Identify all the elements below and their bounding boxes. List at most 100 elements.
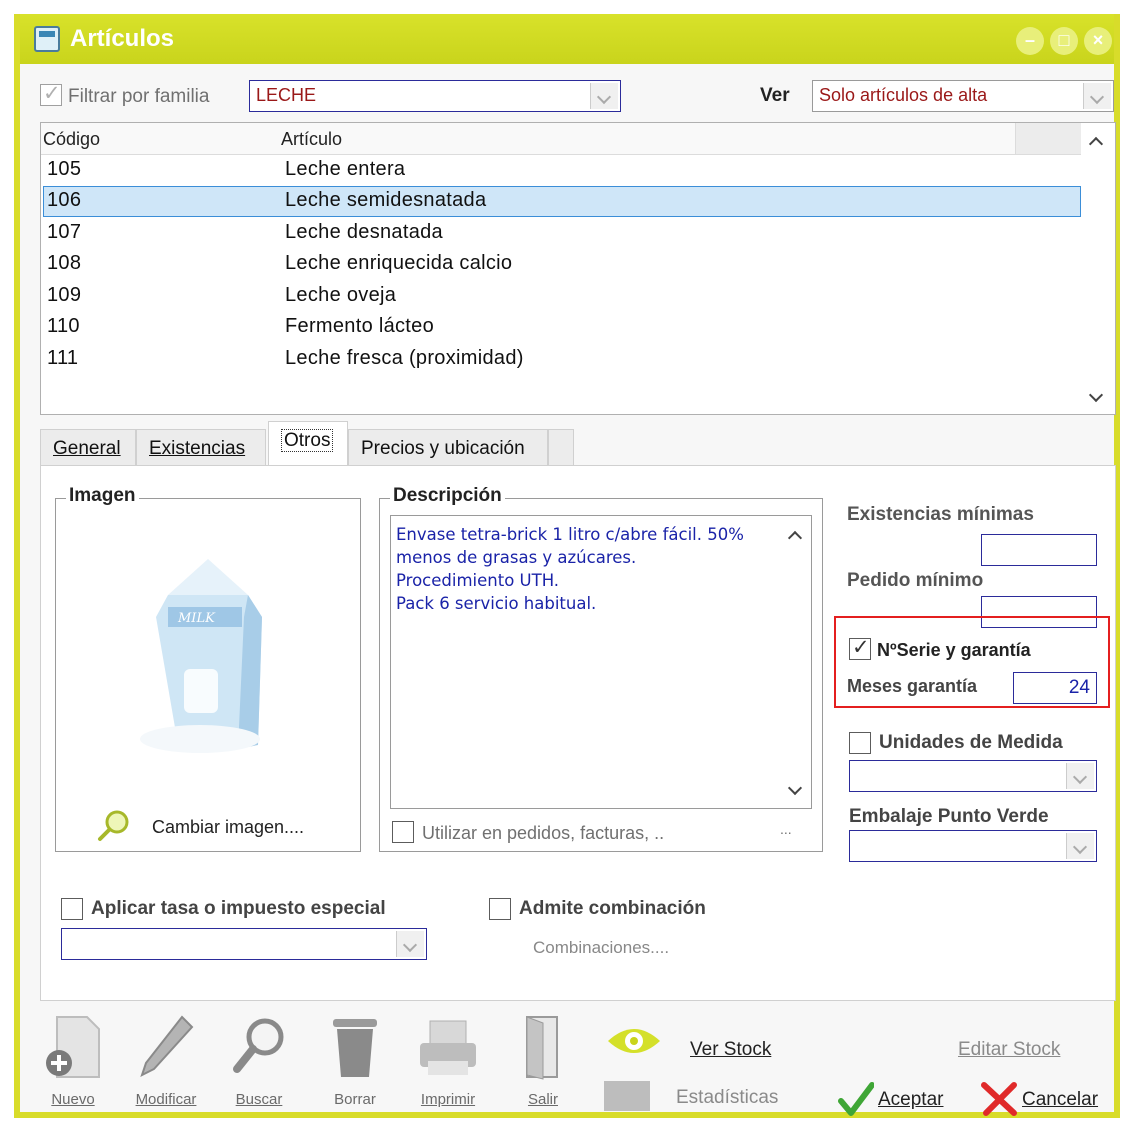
description-text[interactable]: Envase tetra-brick 1 litro c/abre fácil.…: [396, 523, 756, 615]
aceptar-label: Aceptar: [878, 1089, 944, 1110]
tab-existencias-label: Existencias: [149, 438, 246, 459]
app-icon: [34, 26, 60, 52]
tab-precios-ubicacion[interactable]: Precios y ubicación: [348, 429, 548, 469]
row-code: 111: [47, 347, 79, 369]
unidades-medida-select[interactable]: [849, 760, 1097, 792]
estadisticas-button[interactable]: Estadísticas: [676, 1087, 778, 1109]
imprimir-button[interactable]: Imprimir: [410, 1013, 486, 1108]
existencias-minimas-input[interactable]: [981, 534, 1097, 566]
tasa-especial-checkbox[interactable]: [61, 898, 83, 920]
scroll-down-icon[interactable]: [1088, 387, 1104, 403]
nuevo-label: Nuevo: [51, 1091, 95, 1108]
ver-select-value: Solo artículos de alta: [819, 85, 988, 105]
column-header-codigo[interactable]: Código: [43, 129, 100, 150]
minimize-button[interactable]: –: [1016, 27, 1044, 55]
family-select[interactable]: LECHE: [249, 80, 621, 112]
tab-precios-label: Precios y ubicación: [361, 438, 525, 459]
meses-garantia-input[interactable]: 24: [1013, 672, 1097, 704]
otros-panel: Imagen MILK Cambiar imagen.... Descripci…: [40, 465, 1116, 1001]
row-code: 106: [47, 189, 82, 211]
ver-select[interactable]: Solo artículos de alta: [812, 80, 1114, 112]
change-image-link[interactable]: Cambiar imagen....: [152, 817, 304, 838]
check-icon: [838, 1082, 874, 1116]
column-header-articulo[interactable]: Artículo: [281, 129, 342, 150]
table-row[interactable]: 111 Leche fresca (proximidad): [43, 344, 1081, 375]
borrar-button[interactable]: Borrar: [320, 1013, 390, 1108]
description-scrollbar[interactable]: [780, 517, 810, 807]
tab-general[interactable]: General: [40, 429, 136, 469]
row-name: Leche desnatada: [285, 221, 443, 243]
row-code: 108: [47, 252, 82, 274]
unidades-medida-checkbox[interactable]: [849, 732, 871, 754]
editar-stock-button[interactable]: Editar Stock: [958, 1039, 1060, 1061]
table-row-selected[interactable]: 106 Leche semidesnatada: [43, 186, 1081, 217]
serie-garantia-checkbox[interactable]: [849, 635, 871, 660]
chevron-down-icon[interactable]: [1083, 83, 1111, 109]
descripcion-group-title: Descripción: [390, 485, 505, 507]
tab-otros[interactable]: Otros: [268, 421, 348, 469]
existencias-minimas-label: Existencias mínimas: [847, 504, 1034, 525]
new-document-icon: [46, 1016, 100, 1078]
search-icon: [233, 1018, 284, 1073]
title-bar: Artículos – □ ×: [20, 14, 1114, 64]
imprimir-label: Imprimir: [420, 1091, 476, 1108]
modificar-button[interactable]: Modificar: [126, 1013, 206, 1108]
eye-icon[interactable]: [602, 1021, 666, 1065]
door-exit-icon: [526, 1016, 558, 1080]
chevron-down-icon[interactable]: [1066, 833, 1094, 859]
serie-garantia-label: NºSerie y garantía: [877, 640, 1031, 660]
aceptar-button[interactable]: Aceptar: [838, 1079, 978, 1117]
tab-general-label: General: [53, 438, 121, 459]
admite-combinacion-label: Admite combinación: [519, 898, 706, 919]
embalaje-select[interactable]: [849, 830, 1097, 862]
family-select-value: LECHE: [256, 85, 317, 105]
row-name: Leche entera: [285, 158, 406, 180]
meses-garantia-label: Meses garantía: [847, 676, 978, 696]
use-in-documents-checkbox[interactable]: [392, 821, 414, 843]
ver-stock-button[interactable]: Ver Stock: [690, 1039, 771, 1061]
tab-existencias[interactable]: Existencias: [136, 429, 266, 469]
cancelar-button[interactable]: Cancelar: [980, 1079, 1110, 1117]
product-label: MILK: [177, 611, 216, 626]
tasa-especial-select[interactable]: [61, 928, 427, 960]
row-name: Leche semidesnatada: [285, 189, 487, 211]
pencil-icon: [140, 1015, 194, 1077]
table-row[interactable]: 108 Leche enriquecida calcio: [43, 249, 1081, 280]
scroll-down-icon[interactable]: [787, 780, 803, 796]
ver-stock-label: Ver Stock: [690, 1039, 772, 1060]
imagen-group: Imagen MILK Cambiar imagen....: [55, 485, 361, 852]
table-row[interactable]: 110 Fermento lácteo: [43, 312, 1081, 343]
table-row[interactable]: 107 Leche desnatada: [43, 218, 1081, 249]
buscar-button[interactable]: Buscar: [224, 1013, 294, 1108]
articles-table: Código Artículo 105 Leche entera 106 Lec…: [40, 122, 1116, 415]
filter-family-checkbox[interactable]: [40, 81, 62, 106]
chevron-down-icon[interactable]: [590, 83, 618, 109]
salir-label: Salir: [527, 1091, 558, 1108]
statistics-icon[interactable]: [604, 1081, 650, 1111]
chevron-down-icon[interactable]: [396, 931, 424, 957]
more-ellipsis[interactable]: ...: [780, 821, 792, 837]
scroll-up-icon[interactable]: [1088, 136, 1104, 152]
toolbar: Nuevo Modificar Buscar Borrar Imprimir S…: [20, 1009, 1114, 1118]
row-code: 109: [47, 284, 82, 306]
combinaciones-button[interactable]: Combinaciones....: [533, 938, 669, 958]
table-row[interactable]: 109 Leche oveja: [43, 281, 1081, 312]
admite-combinacion-checkbox[interactable]: [489, 898, 511, 920]
chevron-down-icon[interactable]: [1066, 763, 1094, 789]
close-button[interactable]: ×: [1084, 27, 1112, 55]
printer-icon: [420, 1020, 476, 1075]
table-scrollbar[interactable]: [1081, 123, 1115, 414]
cancelar-label: Cancelar: [1022, 1089, 1099, 1110]
cross-icon: [981, 1082, 1017, 1116]
magnifier-icon[interactable]: [96, 809, 130, 843]
scroll-up-icon[interactable]: [787, 530, 803, 546]
row-name: Fermento lácteo: [285, 315, 435, 337]
borrar-label: Borrar: [334, 1091, 376, 1108]
nuevo-button[interactable]: Nuevo: [38, 1013, 108, 1108]
maximize-button[interactable]: □: [1050, 27, 1078, 55]
row-code: 110: [47, 315, 80, 337]
ver-label: Ver: [760, 85, 790, 106]
salir-button[interactable]: Salir: [508, 1013, 578, 1108]
table-row[interactable]: 105 Leche entera: [43, 155, 1081, 186]
row-name: Leche enriquecida calcio: [285, 252, 513, 274]
